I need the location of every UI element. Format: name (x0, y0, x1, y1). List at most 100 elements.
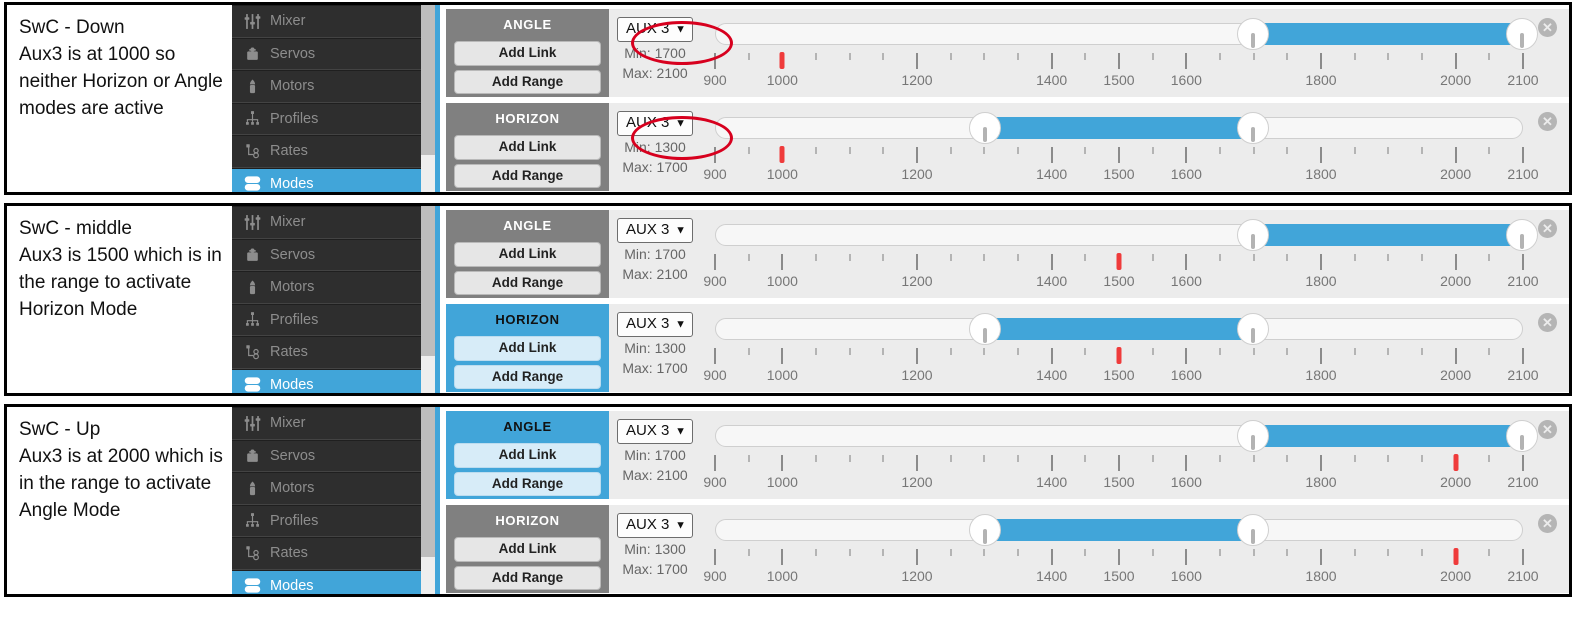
scrollbar[interactable] (421, 407, 435, 594)
scale-tick-minor (1353, 348, 1356, 355)
sidebar-item-servos[interactable]: Servos (232, 439, 421, 472)
panel-stack: SwC - Down Aux3 is at 1000 so neither Ho… (0, 0, 1576, 597)
sidebar-item-mixer[interactable]: Mixer (232, 407, 421, 440)
add-link-button[interactable]: Add Link (454, 537, 601, 562)
mode-box-horizon[interactable]: HORIZON Add Link Add Range (446, 505, 609, 593)
sidebar-item-modes[interactable]: Modes (232, 368, 421, 393)
slider-handle-min[interactable] (968, 112, 1001, 144)
channel-select-wrapper[interactable]: AUX 3 ▼ (617, 111, 693, 136)
channel-select-wrapper[interactable]: AUX 3 ▼ (617, 419, 693, 444)
sidebar-item-motors[interactable]: Motors (232, 70, 421, 103)
add-link-button[interactable]: Add Link (454, 242, 601, 267)
add-range-button[interactable]: Add Range (454, 364, 601, 389)
scale-tick-minor (1084, 53, 1087, 60)
scale-tick-minor (1353, 254, 1356, 261)
scrollbar[interactable] (421, 206, 435, 393)
slider-track[interactable] (715, 313, 1523, 345)
channel-select[interactable]: AUX 3 (617, 513, 693, 538)
channel-select-wrapper[interactable]: AUX 3 ▼ (617, 312, 693, 337)
sidebar-item-profiles[interactable]: Profiles (232, 504, 421, 537)
sidebar-item-servos[interactable]: Servos (232, 238, 421, 271)
scale-tick-label: 900 (703, 166, 727, 182)
channel-selector-group: AUX 3 ▼ Min: 1300 Max: 1700 (609, 304, 701, 392)
sidebar-item-mixer[interactable]: Mixer (232, 206, 421, 239)
slider-track[interactable] (715, 18, 1538, 50)
channel-select-wrapper[interactable]: AUX 3 ▼ (617, 218, 693, 243)
remove-mode-button[interactable]: ✕ (1538, 313, 1557, 332)
scrollbar-thumb[interactable] (421, 5, 435, 155)
scale-tick-major (714, 254, 716, 270)
remove-mode-button[interactable]: ✕ (1538, 18, 1557, 37)
range-slider[interactable]: 900 1000 1200 1400 1500 1600 1800 2000 2100 ✕ (701, 9, 1569, 97)
remove-mode-button[interactable]: ✕ (1538, 514, 1557, 533)
channel-select-wrapper[interactable]: AUX 3 ▼ (617, 513, 693, 538)
add-range-button[interactable]: Add Range (454, 565, 601, 590)
sidebar-item-profiles[interactable]: Profiles (232, 303, 421, 336)
scale-tick-label: 2100 (1507, 72, 1539, 88)
sidebar-item-modes[interactable]: Modes (232, 569, 421, 594)
nav-list: Mixer Servos Motors Profiles Rates Modes (232, 206, 421, 393)
slider-track[interactable] (715, 219, 1538, 251)
sidebar-item-profiles[interactable]: Profiles (232, 102, 421, 135)
add-link-button[interactable]: Add Link (454, 41, 601, 66)
channel-select-wrapper[interactable]: AUX 3 ▼ (617, 17, 693, 42)
range-slider[interactable]: 900 1000 1200 1400 1500 1600 1800 2000 2100 ✕ (701, 411, 1569, 499)
slider-handle-min[interactable] (1237, 18, 1270, 50)
sidebar-item-rates[interactable]: Rates (232, 537, 421, 570)
mode-box-horizon[interactable]: HORIZON Add Link Add Range (446, 103, 609, 191)
channel-select[interactable]: AUX 3 (617, 218, 693, 243)
channel-select[interactable]: AUX 3 (617, 312, 693, 337)
scrollbar-thumb[interactable] (421, 407, 435, 557)
slider-handle-max[interactable] (1506, 420, 1538, 452)
sidebar-item-rates[interactable]: Rates (232, 135, 421, 168)
channel-select[interactable]: AUX 3 (617, 17, 693, 42)
add-link-button[interactable]: Add Link (454, 443, 601, 468)
mode-box-angle[interactable]: ANGLE Add Link Add Range (446, 9, 609, 97)
sidebar-item-motors[interactable]: Motors (232, 472, 421, 505)
sidebar-item-motors[interactable]: Motors (232, 271, 421, 304)
add-link-button[interactable]: Add Link (454, 336, 601, 361)
scale-tick-label: 900 (703, 367, 727, 383)
nav-sidebar: Mixer Servos Motors Profiles Rates Modes (232, 206, 440, 393)
slider-track[interactable] (715, 514, 1523, 546)
remove-mode-button[interactable]: ✕ (1538, 420, 1557, 439)
slider-handle-max[interactable] (1237, 112, 1270, 144)
slider-handle-min[interactable] (968, 313, 1001, 345)
remove-mode-button[interactable]: ✕ (1538, 112, 1557, 131)
scrollbar[interactable] (421, 5, 435, 192)
add-range-button[interactable]: Add Range (454, 471, 601, 496)
slider-handle-max[interactable] (1237, 313, 1270, 345)
range-slider[interactable]: 900 1000 1200 1400 1500 1600 1800 2000 2100 ✕ (701, 505, 1569, 593)
slider-handle-max[interactable] (1506, 18, 1538, 50)
slider-track[interactable] (715, 420, 1538, 452)
mode-box-angle[interactable]: ANGLE Add Link Add Range (446, 210, 609, 298)
mode-box-angle[interactable]: ANGLE Add Link Add Range (446, 411, 609, 499)
channel-select[interactable]: AUX 3 (617, 111, 693, 136)
sidebar-item-mixer[interactable]: Mixer (232, 5, 421, 38)
modes-icon (244, 175, 261, 192)
sidebar-item-label: Profiles (270, 311, 319, 328)
sidebar-item-modes[interactable]: Modes (232, 167, 421, 192)
sidebar-item-servos[interactable]: Servos (232, 37, 421, 70)
slider-handle-max[interactable] (1237, 514, 1270, 546)
add-link-button[interactable]: Add Link (454, 135, 601, 160)
scrollbar-thumb[interactable] (421, 206, 435, 356)
slider-track[interactable] (715, 112, 1523, 144)
mode-box-horizon[interactable]: HORIZON Add Link Add Range (446, 304, 609, 392)
slider-handle-min[interactable] (968, 514, 1001, 546)
scale-tick-minor (949, 348, 952, 355)
channel-select[interactable]: AUX 3 (617, 419, 693, 444)
add-range-button[interactable]: Add Range (454, 270, 601, 295)
slider-handle-min[interactable] (1237, 420, 1270, 452)
sidebar-item-rates[interactable]: Rates (232, 336, 421, 369)
range-slider[interactable]: 900 1000 1200 1400 1500 1600 1800 2000 2100 ✕ (701, 304, 1569, 392)
slider-handle-max[interactable] (1506, 219, 1538, 251)
add-range-button[interactable]: Add Range (454, 69, 601, 94)
panel-caption: SwC - Up Aux3 is at 2000 which is in the… (19, 419, 223, 521)
remove-mode-button[interactable]: ✕ (1538, 219, 1557, 238)
range-slider[interactable]: 900 1000 1200 1400 1500 1600 1800 2000 2100 ✕ (701, 103, 1569, 191)
slider-handle-min[interactable] (1237, 219, 1270, 251)
range-slider[interactable]: 900 1000 1200 1400 1500 1600 1800 2000 2100 ✕ (701, 210, 1569, 298)
panel-caption: SwC - middle Aux3 is 1500 which is in th… (19, 218, 222, 320)
add-range-button[interactable]: Add Range (454, 163, 601, 188)
